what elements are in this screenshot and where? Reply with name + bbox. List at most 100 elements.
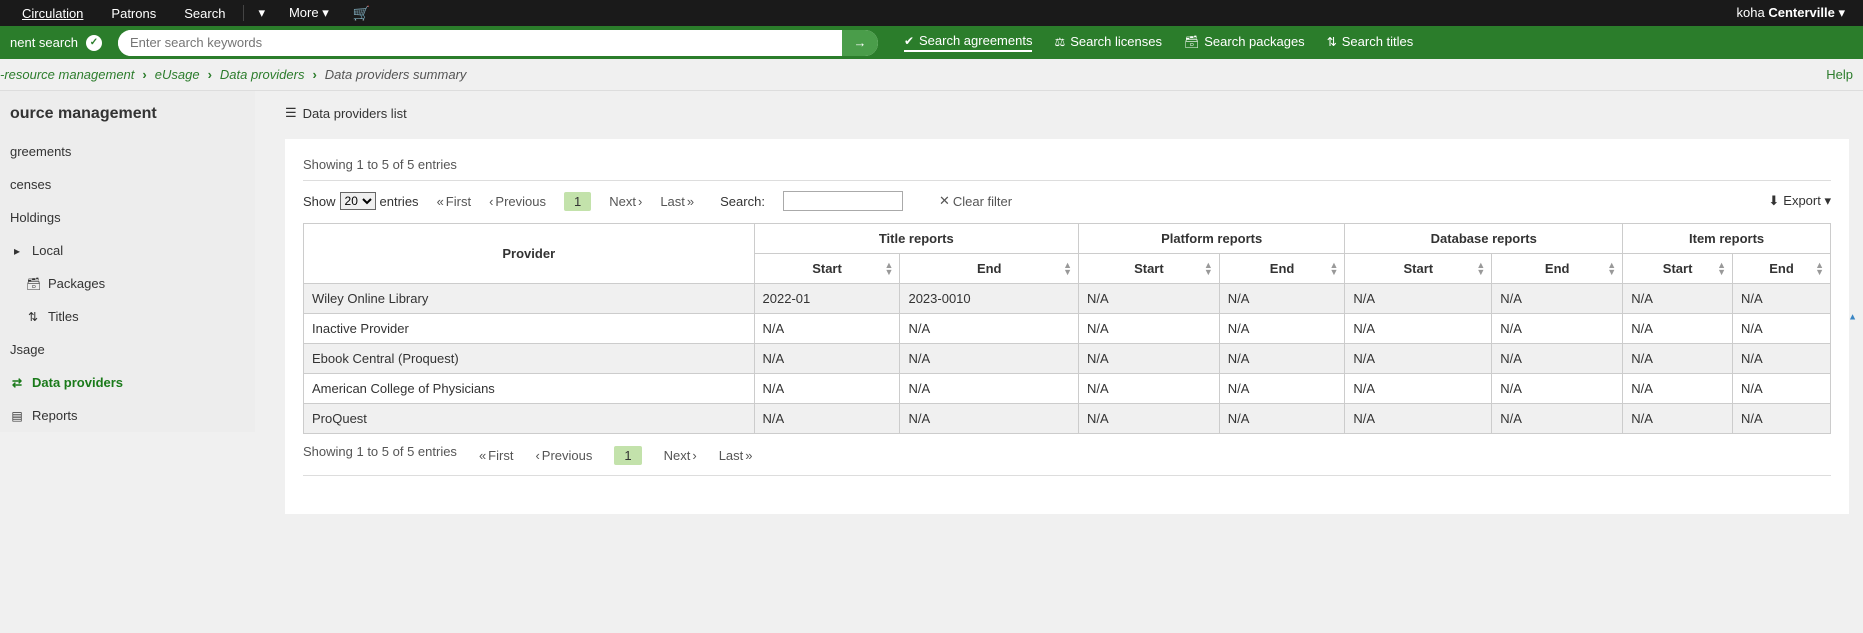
table-cell: N/A xyxy=(1733,374,1831,404)
col-platform-end[interactable]: End▲▼ xyxy=(1219,254,1345,284)
chart-icon: ▤ xyxy=(10,409,24,423)
chevron-right-icon: › xyxy=(692,448,696,463)
sidebar-item-reports[interactable]: ▤ Reports xyxy=(0,399,255,432)
previous-page-button-bottom[interactable]: ‹ Previous xyxy=(535,448,592,463)
col-provider[interactable]: Provider ▲ xyxy=(304,224,755,284)
page-size-select[interactable]: 20 xyxy=(340,192,376,210)
last-page-button-bottom[interactable]: Last » xyxy=(719,448,753,463)
nav-caret-dropdown[interactable]: ▾ xyxy=(248,1,275,25)
previous-page-button[interactable]: ‹ Previous xyxy=(489,194,546,209)
table-search-label: Search: xyxy=(720,194,765,209)
group-database-reports: Database reports xyxy=(1345,224,1623,254)
check-circle-icon: ✓ xyxy=(86,35,102,51)
table-cell: N/A xyxy=(754,374,900,404)
nav-more[interactable]: More ▾ xyxy=(275,1,343,25)
breadcrumb-resource-mgmt[interactable]: -resource management xyxy=(0,67,134,82)
data-providers-table: Provider ▲ Title reports Platform report… xyxy=(303,223,1831,434)
download-icon: ⬇ xyxy=(1768,193,1779,209)
sidebar-item-packages[interactable]: 🗃 Packages xyxy=(0,267,255,300)
table-cell: N/A xyxy=(900,344,1079,374)
chevron-left-icon: ‹ xyxy=(535,448,539,463)
sidebar-item-holdings[interactable]: Holdings xyxy=(0,201,255,234)
double-chevron-right-icon: » xyxy=(745,448,752,463)
chevron-right-icon: ▸ xyxy=(10,244,24,258)
main: ource management greements censes Holdin… xyxy=(0,91,1863,528)
search-licenses-link[interactable]: ⚖ Search licenses xyxy=(1054,34,1162,51)
showing-text-top: Showing 1 to 5 of 5 entries xyxy=(303,157,1831,172)
table-cell: N/A xyxy=(754,314,900,344)
next-page-button[interactable]: Next › xyxy=(609,194,642,209)
table-cell: Wiley Online Library xyxy=(304,284,755,314)
current-page-number[interactable]: 1 xyxy=(564,192,591,211)
table-row: ProQuestN/AN/AN/AN/AN/AN/AN/AN/A xyxy=(304,404,1831,434)
cart-icon[interactable]: 🛒 xyxy=(343,1,380,26)
nav-patrons[interactable]: Patrons xyxy=(97,2,170,25)
breadcrumb-eusage[interactable]: eUsage xyxy=(155,67,200,82)
table-cell: N/A xyxy=(1733,404,1831,434)
nav-library-switcher[interactable]: koha Centerville ▾ xyxy=(1727,1,1855,25)
search-titles-link[interactable]: ⇅ Search titles xyxy=(1327,34,1414,51)
sidebar-item-local[interactable]: ▸ Local xyxy=(0,234,255,267)
search-agreements-link[interactable]: ✔ Search agreements xyxy=(904,33,1033,52)
clear-filter-button[interactable]: ✕ Clear filter xyxy=(939,193,1012,209)
nav-separator xyxy=(243,5,244,21)
exchange-icon: ⇄ xyxy=(10,376,24,390)
content: ☰ Data providers list Showing 1 to 5 of … xyxy=(255,91,1863,528)
current-page-number-bottom[interactable]: 1 xyxy=(614,446,641,465)
help-link[interactable]: Help xyxy=(1826,67,1853,82)
table-toolbar-bottom: Showing 1 to 5 of 5 entries « First ‹ Pr… xyxy=(303,444,1831,467)
sidebar-header: ource management xyxy=(0,91,255,135)
chevron-left-icon: ‹ xyxy=(489,194,493,209)
nav-circulation[interactable]: Circulation xyxy=(8,2,97,25)
table-cell: N/A xyxy=(1492,344,1623,374)
sidebar-item-titles[interactable]: ⇅ Titles xyxy=(0,300,255,333)
col-item-end[interactable]: End▲▼ xyxy=(1733,254,1831,284)
nav-search[interactable]: Search xyxy=(170,2,239,25)
col-title-start[interactable]: Start▲▼ xyxy=(754,254,900,284)
col-item-start[interactable]: Start▲▼ xyxy=(1623,254,1733,284)
col-database-start[interactable]: Start▲▼ xyxy=(1345,254,1492,284)
archive-icon: 🗃 xyxy=(1184,35,1199,49)
group-title-reports: Title reports xyxy=(754,224,1078,254)
breadcrumb-data-providers[interactable]: Data providers xyxy=(220,67,305,82)
sidebar-item-licenses[interactable]: censes xyxy=(0,168,255,201)
data-providers-list-link[interactable]: ☰ Data providers list xyxy=(285,105,407,121)
table-cell: N/A xyxy=(1345,404,1492,434)
table-toolbar-top: Show 20 entries « First ‹ Previous 1 Nex… xyxy=(303,191,1831,211)
col-title-end[interactable]: End▲▼ xyxy=(900,254,1079,284)
table-cell: 2022-01 xyxy=(754,284,900,314)
x-icon: ✕ xyxy=(939,193,950,209)
sidebar-item-agreements[interactable]: greements xyxy=(0,135,255,168)
next-page-button-bottom[interactable]: Next › xyxy=(664,448,697,463)
table-cell: N/A xyxy=(754,344,900,374)
col-platform-start[interactable]: Start▲▼ xyxy=(1078,254,1219,284)
sort-icon: ⇅ xyxy=(1327,35,1337,49)
search-packages-link[interactable]: 🗃 Search packages xyxy=(1184,34,1305,51)
table-cell: N/A xyxy=(1623,344,1733,374)
sidebar-item-data-providers[interactable]: ⇄ Data providers xyxy=(0,366,255,399)
table-cell: N/A xyxy=(1219,404,1345,434)
table-row: Ebook Central (Proquest)N/AN/AN/AN/AN/AN… xyxy=(304,344,1831,374)
archive-icon: 🗃 xyxy=(26,277,40,291)
export-button[interactable]: ⬇ Export ▾ xyxy=(1768,193,1831,209)
first-page-button-bottom[interactable]: « First xyxy=(479,448,514,463)
table-cell: N/A xyxy=(1492,284,1623,314)
gavel-icon: ⚖ xyxy=(1054,35,1065,49)
table-cell: N/A xyxy=(1492,404,1623,434)
table-cell: N/A xyxy=(1345,374,1492,404)
group-platform-reports: Platform reports xyxy=(1078,224,1344,254)
table-cell: N/A xyxy=(1623,314,1733,344)
showing-text-bottom: Showing 1 to 5 of 5 entries xyxy=(303,444,457,459)
table-search-input[interactable] xyxy=(783,191,903,211)
table-cell: N/A xyxy=(900,404,1079,434)
table-cell: N/A xyxy=(1219,284,1345,314)
search-input[interactable] xyxy=(118,30,842,56)
table-cell: N/A xyxy=(1078,344,1219,374)
table-cell: N/A xyxy=(1219,344,1345,374)
last-page-button[interactable]: Last » xyxy=(660,194,694,209)
sort-asc-icon: ▲ xyxy=(1848,313,1857,320)
search-submit-button[interactable]: → xyxy=(842,30,878,56)
col-database-end[interactable]: End▲▼ xyxy=(1492,254,1623,284)
double-chevron-left-icon: « xyxy=(437,194,444,209)
first-page-button[interactable]: « First xyxy=(437,194,472,209)
